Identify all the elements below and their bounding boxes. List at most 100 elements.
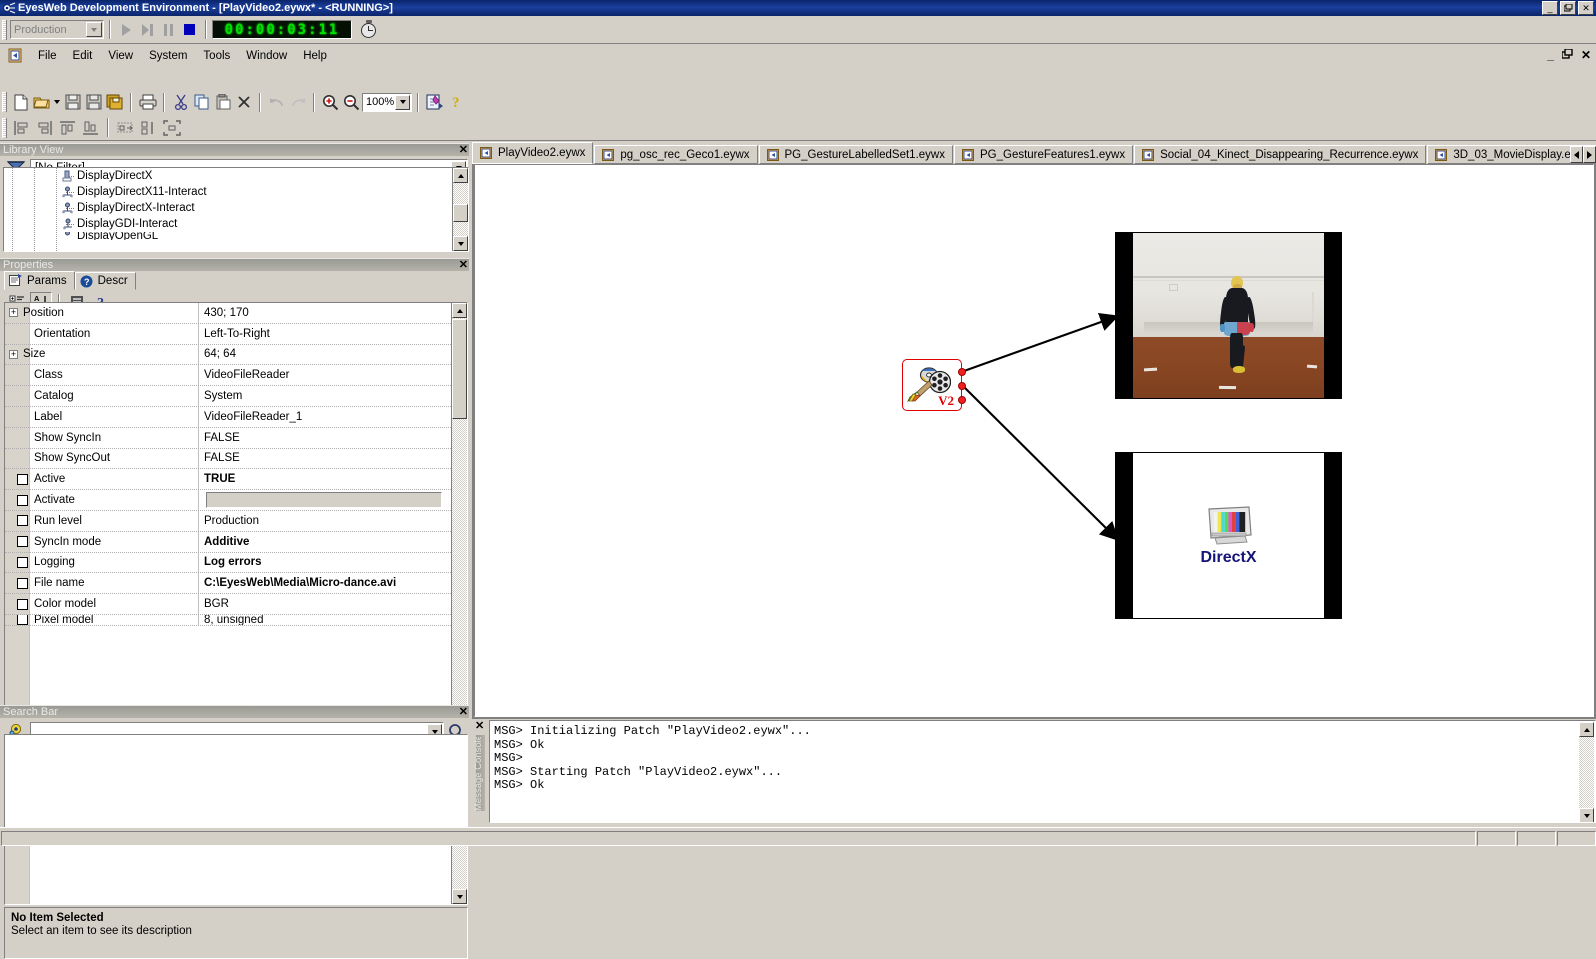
search-results-list[interactable] — [4, 734, 468, 830]
expander-icon[interactable]: + — [9, 349, 18, 359]
property-value[interactable]: FALSE — [199, 428, 451, 448]
library-tree[interactable]: DisplayDirectX DisplayDirectX11-Interact… — [3, 167, 469, 252]
menu-window[interactable]: Window — [238, 48, 295, 64]
output-port[interactable] — [958, 396, 966, 404]
save-icon[interactable] — [62, 92, 83, 112]
fit-selection-icon[interactable] — [160, 117, 183, 139]
output-port[interactable] — [958, 382, 966, 390]
property-value[interactable] — [199, 490, 451, 510]
paste-icon[interactable] — [212, 92, 233, 112]
close-icon[interactable]: ✕ — [475, 719, 484, 732]
property-value[interactable]: TRUE — [199, 469, 451, 489]
open-file-icon[interactable] — [31, 92, 52, 112]
toolbar-gripper[interactable] — [2, 92, 7, 112]
scrollbar-thumb[interactable] — [453, 204, 468, 222]
toolbar-gripper[interactable] — [2, 117, 7, 138]
property-checkbox[interactable] — [17, 556, 28, 568]
output-port[interactable] — [958, 368, 966, 376]
scroll-down-button[interactable] — [453, 236, 468, 251]
new-file-icon[interactable] — [10, 92, 31, 112]
runlevel-combobox[interactable]: Production — [10, 20, 104, 39]
play-button[interactable] — [116, 20, 137, 40]
delete-icon[interactable] — [233, 92, 254, 112]
zoom-out-icon[interactable] — [341, 92, 362, 112]
property-row-orientation[interactable]: Orientation Left-To-Right — [5, 323, 451, 345]
align-bottom-icon[interactable] — [79, 117, 102, 139]
scrollbar-track[interactable] — [1579, 737, 1594, 808]
tab-social-04-kinect[interactable]: Social_04_Kinect_Disappearing_Recurrence… — [1134, 145, 1427, 164]
tab-scroll-right-button[interactable] — [1583, 146, 1596, 163]
tab-scroll-left-button[interactable] — [1570, 146, 1583, 163]
property-value[interactable]: 430; 170 — [199, 303, 451, 323]
zoom-level-combobox[interactable]: 100% — [362, 92, 412, 112]
property-value[interactable]: Left-To-Right — [199, 324, 451, 344]
property-row-show-syncin[interactable]: Show SyncIn FALSE — [5, 427, 451, 449]
save-as-icon[interactable] — [83, 92, 104, 112]
property-checkbox[interactable] — [17, 614, 28, 625]
property-row-color-model[interactable]: Color model BGR — [5, 594, 451, 615]
property-value[interactable]: 8, unsigned — [199, 615, 451, 625]
stop-button[interactable] — [179, 20, 200, 40]
property-row-syncin-mode[interactable]: SyncIn mode Additive — [5, 531, 451, 553]
property-row-show-syncout[interactable]: Show SyncOut FALSE — [5, 448, 451, 470]
property-row-pixel-model[interactable]: Pixel model 8, unsigned — [5, 614, 451, 626]
tab-pg-osc-rec-geco1[interactable]: pg_osc_rec_Geco1.eywx — [594, 145, 758, 164]
align-top-icon[interactable] — [56, 117, 79, 139]
mdi-close-button[interactable]: ✕ — [1581, 48, 1591, 62]
scroll-up-button[interactable] — [1579, 722, 1594, 737]
property-row-label[interactable]: Label VideoFileReader_1 — [5, 406, 451, 428]
tab-playvideo2[interactable]: PlayVideo2.eywx — [472, 142, 594, 164]
property-row-size[interactable]: + Size 64; 64 — [5, 344, 451, 366]
property-row-class[interactable]: Class VideoFileReader — [5, 365, 451, 387]
tab-descr[interactable]: ? Descr — [74, 272, 136, 290]
console-scrollbar[interactable] — [1579, 722, 1594, 822]
mdi-minimize-button[interactable]: _ — [1547, 48, 1554, 62]
property-value[interactable]: VideoFileReader_1 — [199, 407, 451, 427]
tab-params[interactable]: Params — [4, 271, 75, 290]
library-item[interactable]: DisplayDirectX-Interact — [4, 200, 452, 216]
property-value[interactable]: Additive — [199, 532, 451, 552]
property-checkbox[interactable] — [17, 536, 28, 548]
scroll-down-button[interactable] — [452, 889, 467, 904]
undo-icon[interactable] — [266, 92, 287, 112]
property-value[interactable]: FALSE — [199, 449, 451, 469]
scroll-down-button[interactable] — [1579, 808, 1594, 822]
connection-to-directx-window[interactable] — [963, 386, 1119, 541]
cut-icon[interactable] — [170, 92, 191, 112]
node-videofilereader[interactable]: V2 — [902, 359, 966, 411]
stopwatch-button[interactable] — [358, 19, 378, 40]
scrollbar-thumb[interactable] — [452, 319, 467, 419]
space-horizontal-icon[interactable] — [114, 117, 137, 139]
open-dropdown-icon[interactable] — [52, 92, 62, 112]
property-editor-cell[interactable] — [206, 492, 442, 509]
property-row-logging[interactable]: Logging Log errors — [5, 552, 451, 574]
property-row-position[interactable]: + Position 430; 170 — [5, 303, 451, 324]
tab-pg-gesturefeatures1[interactable]: PG_GestureFeatures1.eywx — [953, 145, 1134, 164]
property-value[interactable]: 64; 64 — [199, 345, 451, 365]
property-value[interactable]: C:\EyesWeb\Media\Micro-dance.avi — [199, 573, 451, 593]
menu-system[interactable]: System — [141, 48, 195, 64]
redo-icon[interactable] — [287, 92, 308, 112]
restore-button[interactable] — [1560, 1, 1576, 15]
help-icon[interactable]: ? — [445, 92, 466, 112]
menu-edit[interactable]: Edit — [65, 48, 101, 64]
video-preview-window[interactable] — [1115, 232, 1342, 399]
library-item[interactable]: DisplayDirectX — [4, 168, 452, 184]
library-item[interactable]: DisplayGDI-Interact — [4, 216, 452, 232]
property-checkbox[interactable] — [17, 515, 28, 527]
message-console-output[interactable]: MSG> Initializing Patch "PlayVideo2.eywx… — [489, 720, 1596, 823]
tab-pg-gesturelabelledset1[interactable]: PG_GestureLabelledSet1.eywx — [758, 145, 953, 164]
save-all-icon[interactable] — [104, 92, 125, 112]
property-row-active[interactable]: Active TRUE — [5, 469, 451, 491]
property-value[interactable]: Production — [199, 511, 451, 531]
zoom-in-icon[interactable] — [320, 92, 341, 112]
toolbar-gripper[interactable] — [2, 19, 7, 40]
library-item[interactable]: DisplayOpenGL — [4, 232, 452, 240]
close-icon[interactable]: ✕ — [459, 144, 468, 157]
patch-canvas[interactable]: V2 DirectX — [474, 164, 1594, 717]
close-button[interactable]: ✕ — [1578, 1, 1594, 15]
scroll-up-button[interactable] — [452, 303, 467, 318]
print-icon[interactable] — [137, 92, 158, 112]
copy-icon[interactable] — [191, 92, 212, 112]
close-icon[interactable]: ✕ — [459, 706, 468, 719]
